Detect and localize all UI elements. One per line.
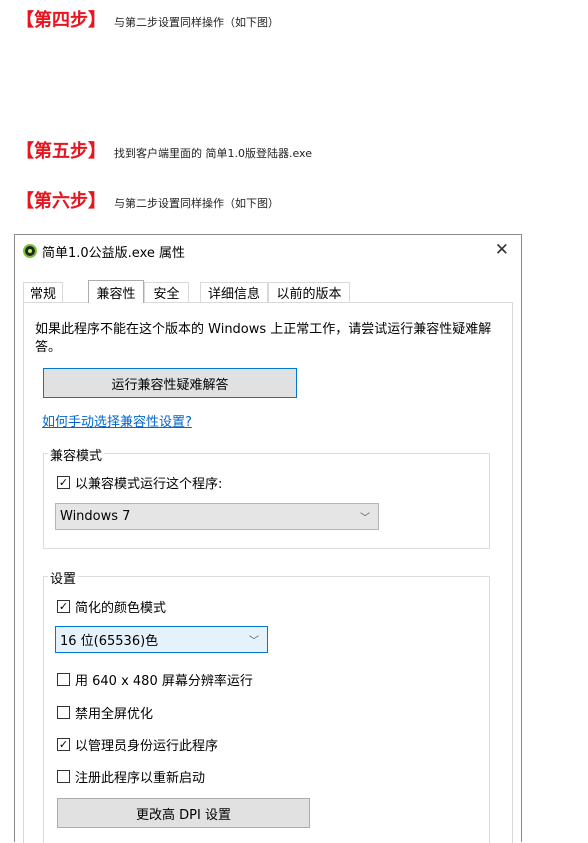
tab-previous-versions[interactable]: 以前的版本 <box>268 282 350 302</box>
checkbox-unchecked-icon[interactable] <box>57 770 70 783</box>
dialog-titlebar[interactable]: 简单1.0公益版.exe 属性 ✕ <box>15 235 521 267</box>
run-as-admin-label: 以管理员身份运行此程序 <box>75 739 219 754</box>
compat-mode-checkbox[interactable]: ✓ 以兼容模式运行这个程序: <box>57 473 222 492</box>
res640-label: 用 640 x 480 屏幕分辨率运行 <box>75 674 253 689</box>
checkbox-unchecked-icon[interactable] <box>57 706 70 719</box>
close-icon[interactable]: ✕ <box>495 242 509 259</box>
step-four-desc: 与第二步设置同样操作（如下图） <box>114 16 279 29</box>
chevron-down-icon: ﹀ <box>249 635 259 647</box>
change-dpi-button[interactable]: 更改高 DPI 设置 <box>57 798 310 828</box>
settings-label: 设置 <box>48 568 79 587</box>
chevron-down-icon: ﹀ <box>360 512 370 524</box>
checkbox-checked-icon[interactable]: ✓ <box>57 476 70 489</box>
tab-general[interactable]: 常规 <box>23 282 63 302</box>
step-five-desc: 找到客户端里面的 简单1.0版登陆器.exe <box>114 147 312 160</box>
res640-checkbox[interactable]: 用 640 x 480 屏幕分辨率运行 <box>57 670 253 689</box>
troubleshoot-button[interactable]: 运行兼容性疑难解答 <box>43 368 297 398</box>
tab-compatibility[interactable]: 兼容性 <box>88 280 144 303</box>
dialog-title: 简单1.0公益版.exe 属性 <box>42 245 186 261</box>
checkbox-unchecked-icon[interactable] <box>57 673 70 686</box>
disable-fullscreen-label: 禁用全屏优化 <box>75 707 154 722</box>
step-four: 【第四步】 与第二步设置同样操作（如下图） <box>16 6 279 32</box>
compat-mode-label: 兼容模式 <box>48 445 105 464</box>
compat-description: 如果此程序不能在这个版本的 Windows 上正常工作，请尝试运行兼容性疑难解答… <box>35 322 492 355</box>
tab-details[interactable]: 详细信息 <box>200 282 268 302</box>
color-mode-value: 16 位(65536)色 <box>60 634 159 649</box>
os-select-value: Windows 7 <box>60 509 131 524</box>
color-mode-select[interactable]: 16 位(65536)色 ﹀ <box>55 626 268 653</box>
checkbox-checked-icon[interactable]: ✓ <box>57 738 70 751</box>
compat-mode-group <box>43 453 490 549</box>
register-restart-label: 注册此程序以重新启动 <box>75 771 206 786</box>
checkbox-checked-icon[interactable]: ✓ <box>57 600 70 613</box>
step-five: 【第五步】 找到客户端里面的 简单1.0版登陆器.exe <box>16 137 312 163</box>
step-five-title: 【第五步】 <box>16 141 106 162</box>
compat-mode-checkbox-label: 以兼容模式运行这个程序: <box>75 477 223 492</box>
tab-security[interactable]: 安全 <box>144 282 189 302</box>
register-restart-checkbox[interactable]: 注册此程序以重新启动 <box>57 767 205 786</box>
step-six-title: 【第六步】 <box>16 191 106 212</box>
disable-fullscreen-checkbox[interactable]: 禁用全屏优化 <box>57 703 153 722</box>
step-six-desc: 与第二步设置同样操作（如下图） <box>114 197 279 210</box>
properties-dialog: 简单1.0公益版.exe 属性 ✕ 常规 兼容性 安全 详细信息 以前的版本 如… <box>14 234 522 843</box>
step-four-title: 【第四步】 <box>16 10 106 31</box>
step-six: 【第六步】 与第二步设置同样操作（如下图） <box>16 187 279 213</box>
os-select[interactable]: Windows 7 ﹀ <box>55 503 379 530</box>
reduced-color-label: 简化的颜色模式 <box>75 601 167 616</box>
reduced-color-checkbox[interactable]: ✓ 简化的颜色模式 <box>57 597 166 616</box>
app-icon <box>23 244 37 258</box>
run-as-admin-checkbox[interactable]: ✓ 以管理员身份运行此程序 <box>57 735 218 754</box>
manual-settings-link[interactable]: 如何手动选择兼容性设置? <box>42 411 192 430</box>
